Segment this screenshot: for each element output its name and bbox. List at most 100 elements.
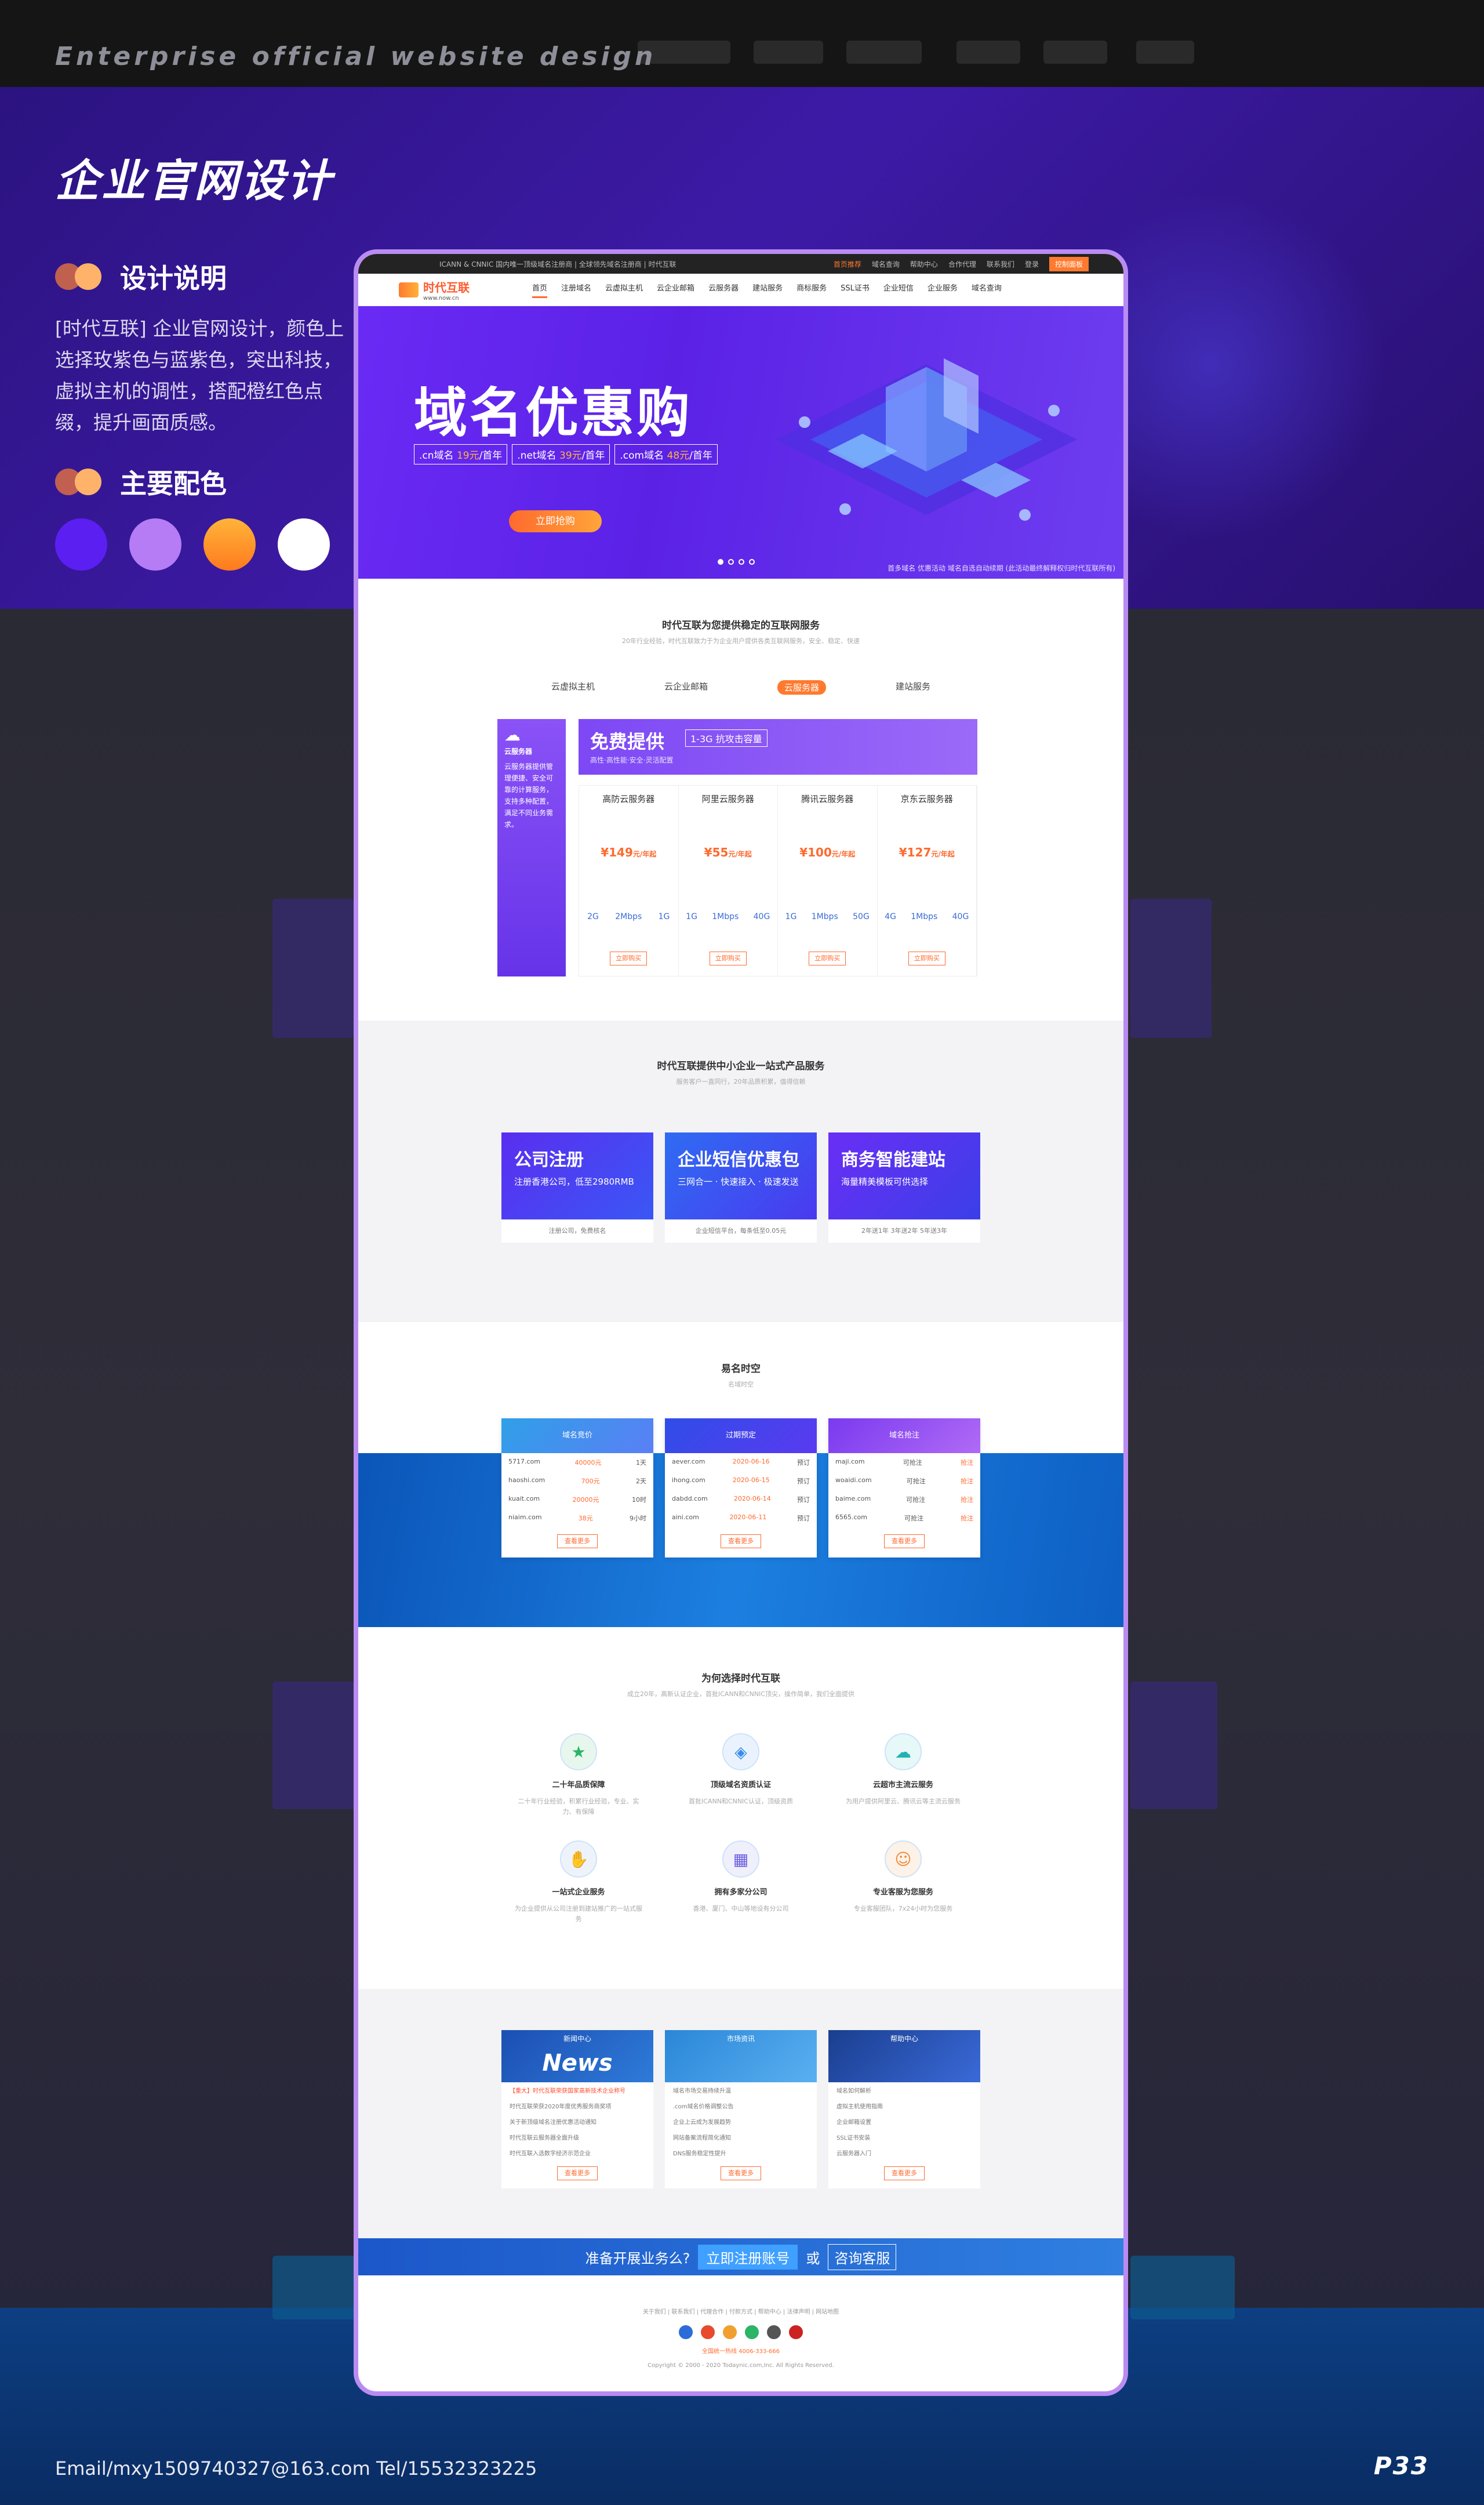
side-text: 云服务器提供管理便捷、安全可靠的计算服务，支持多种配置，满足不同业务需求。 [504, 763, 554, 829]
domain-row[interactable]: haoshi.com 700元 2天 [501, 1472, 653, 1490]
nav-item[interactable]: 建站服务 [752, 282, 783, 298]
product-card[interactable]: 公司注册 注册香港公司，低至2980RMB 注册公司，免费核名 [501, 1132, 653, 1243]
product-cards: 公司注册 注册香港公司，低至2980RMB 注册公司，免费核名 企业短信优惠包 三网… [358, 1132, 1123, 1243]
banner-buy-button[interactable]: 立即抢购 [509, 510, 602, 532]
register-button[interactable]: 立即注册账号 [698, 2244, 798, 2270]
pager-dot[interactable] [749, 559, 755, 565]
feature-item: ◈ 顶级域名资质认证 首批ICANN和CNNIC认证，顶级资质 [660, 1733, 822, 1817]
news-item[interactable]: 虚拟主机使用指南 [828, 2098, 980, 2114]
domain-row[interactable]: maji.com 可抢注 抢注 [828, 1453, 980, 1472]
topbar-left-text: ICANN & CNNIC 国内唯一顶级域名注册商 | 全球领先域名注册商 | … [439, 260, 676, 268]
view-more-button[interactable]: 查看更多 [884, 1534, 925, 1548]
product-card[interactable]: 企业短信优惠包 三网合一 · 快速接入 · 极速发送 企业短信平台，每条低至0.0… [665, 1132, 817, 1243]
section-title: 时代互联为您提供稳定的互联网服务 [662, 620, 820, 631]
nav-item[interactable]: 商标服务 [796, 282, 827, 298]
pager-dot[interactable] [718, 559, 723, 565]
cloud-server-panel: ☁ 云服务器 云服务器提供管理便捷、安全可靠的计算服务，支持多种配置，满足不同业… [497, 719, 977, 976]
buy-button[interactable]: 立即购买 [809, 952, 846, 965]
feature-item: ☺ 专业客服为您服务 专业客服团队，7x24小时为您服务 [822, 1840, 984, 1925]
section-subtitle: 服务客户一直同行，20年品质积累，值得信赖 [676, 1078, 806, 1086]
feature-item: ▦ 拥有多家分公司 香港、厦门、中山等地设有分公司 [660, 1840, 822, 1925]
logo-icon [399, 282, 419, 297]
domain-row[interactable]: 5717.com 40000元 1天 [501, 1453, 653, 1472]
server-price: ¥55元/年起 [704, 845, 752, 859]
news-item[interactable]: 域名如何解析 [828, 2082, 980, 2098]
site-logo[interactable]: 时代互联 www.now.cn [399, 278, 497, 302]
dot-decoration-icon [55, 469, 107, 495]
domain-card-head: 域名竞价 [501, 1418, 653, 1453]
nav-item[interactable]: 企业服务 [928, 282, 958, 298]
view-more-button[interactable]: 查看更多 [884, 2166, 925, 2180]
console-button[interactable]: 控制面板 [1049, 256, 1089, 271]
server-price: ¥100元/年起 [799, 845, 856, 859]
view-more-button[interactable]: 查看更多 [557, 2166, 598, 2180]
domain-row[interactable]: aever.com 2020-06-16 预订 [665, 1453, 817, 1472]
nav-item[interactable]: 注册域名 [561, 282, 591, 298]
product-caption: 2年送1年 3年送2年 5年送3年 [828, 1219, 980, 1243]
news-item[interactable]: 企业上云成为发展趋势 [665, 2114, 817, 2129]
news-item[interactable]: 关于新顶级域名注册优惠活动通知 [501, 2114, 653, 2129]
news-item[interactable]: DNS服务稳定性提升 [665, 2145, 817, 2161]
nav-item[interactable]: 云企业邮箱 [657, 282, 694, 298]
section-title: 易名时空 [721, 1363, 761, 1375]
tab-site-building[interactable]: 建站服务 [896, 680, 930, 695]
shield-icon: ◈ [722, 1733, 759, 1770]
news-item[interactable]: 企业邮箱设置 [828, 2114, 980, 2129]
tab-virtual-host[interactable]: 云虚拟主机 [551, 680, 595, 695]
nav-item[interactable]: 域名查询 [972, 282, 1002, 298]
view-more-button[interactable]: 查看更多 [721, 1534, 761, 1548]
tab-email[interactable]: 云企业邮箱 [664, 680, 708, 695]
news-item[interactable]: SSL证书安装 [828, 2129, 980, 2145]
badge-icon [745, 2325, 759, 2339]
buy-button[interactable]: 立即购买 [709, 952, 747, 965]
tab-cloud-server[interactable]: 云服务器 [777, 680, 827, 695]
banner-pager [718, 559, 755, 565]
nav-item[interactable]: SSL证书 [841, 282, 870, 298]
domain-row[interactable]: woaidi.com 可抢注 抢注 [828, 1472, 980, 1490]
topbar-link[interactable]: 域名查询 [872, 259, 900, 269]
domain-row[interactable]: ihong.com 2020-06-15 预订 [665, 1472, 817, 1490]
handshake-icon: ✋ [560, 1840, 597, 1878]
cloud-side-panel: ☁ 云服务器 云服务器提供管理便捷、安全可靠的计算服务，支持多种配置，满足不同业… [497, 719, 566, 976]
hero-banner: 域名优惠购 .cn域名 19元/首年 .net域名 39元/首年 .com域名 … [358, 306, 1123, 579]
consult-button[interactable]: 咨询客服 [828, 2243, 897, 2270]
nav-item[interactable]: 云服务器 [708, 282, 739, 298]
news-item[interactable]: 时代互联荣获2020年度优秀服务商奖项 [501, 2098, 653, 2114]
domain-market-section: 易名时空 名域时空 域名竞价 5717.com 40000元 1天 haoshi.c… [358, 1322, 1123, 1629]
domain-row[interactable]: baime.com 可抢注 抢注 [828, 1490, 980, 1509]
news-item[interactable]: 时代互联入选数字经济示范企业 [501, 2145, 653, 2161]
domain-row[interactable]: kuait.com 20000元 10时 [501, 1490, 653, 1509]
why-choose-section: 为何选择时代互联 成立20年，高新认证企业，首批ICANN和CNNIC顶尖，操作… [358, 1629, 1123, 1989]
domain-row[interactable]: 6565.com 可抢注 抢注 [828, 1509, 980, 1527]
domain-row[interactable]: niaim.com 38元 9小时 [501, 1509, 653, 1527]
product-image: 公司注册 注册香港公司，低至2980RMB [501, 1132, 653, 1219]
pager-dot[interactable] [728, 559, 734, 565]
topbar-link[interactable]: 帮助中心 [910, 259, 938, 269]
domain-row[interactable]: dabdd.com 2020-06-14 预订 [665, 1490, 817, 1509]
news-item[interactable]: 域名市场交易持续升温 [665, 2082, 817, 2098]
topbar-link[interactable]: 合作代理 [948, 259, 976, 269]
domain-row[interactable]: aini.com 2020-06-11 预订 [665, 1509, 817, 1527]
news-item[interactable]: 网站备案流程简化通知 [665, 2129, 817, 2145]
nav-home[interactable]: 首页 [532, 282, 548, 298]
footer-hotline: 全国统一热线 4006-333-666 [701, 2348, 780, 2355]
news-item[interactable]: 【重大】时代互联荣获国家高新技术企业称号 [501, 2082, 653, 2098]
view-more-button[interactable]: 查看更多 [721, 2166, 761, 2180]
footer-links[interactable]: 关于我们 | 联系我们 | 代理合作 | 付款方式 | 帮助中心 | 法律声明 … [358, 2306, 1123, 2319]
news-item[interactable]: .com域名价格调整公告 [665, 2098, 817, 2114]
certification-badges [358, 2325, 1123, 2339]
topbar-link[interactable]: 首页推荐 [834, 259, 861, 269]
news-item[interactable]: 时代互联云服务器全面升级 [501, 2129, 653, 2145]
buy-button[interactable]: 立即购买 [908, 952, 945, 965]
view-more-button[interactable]: 查看更多 [557, 1534, 598, 1548]
palette-label: 主要配色 [120, 468, 227, 499]
topbar-link[interactable]: 联系我们 [987, 259, 1014, 269]
nav-item[interactable]: 云虚拟主机 [605, 282, 643, 298]
login-link[interactable]: 登录 [1025, 259, 1039, 269]
nav-item[interactable]: 企业短信 [883, 282, 914, 298]
domain-card-head: 过期预定 [665, 1418, 817, 1453]
pager-dot[interactable] [739, 559, 744, 565]
product-card[interactable]: 商务智能建站 海量精美模板可供选择 2年送1年 3年送2年 5年送3年 [828, 1132, 980, 1243]
buy-button[interactable]: 立即购买 [610, 952, 648, 965]
news-item[interactable]: 云服务器入门 [828, 2145, 980, 2161]
